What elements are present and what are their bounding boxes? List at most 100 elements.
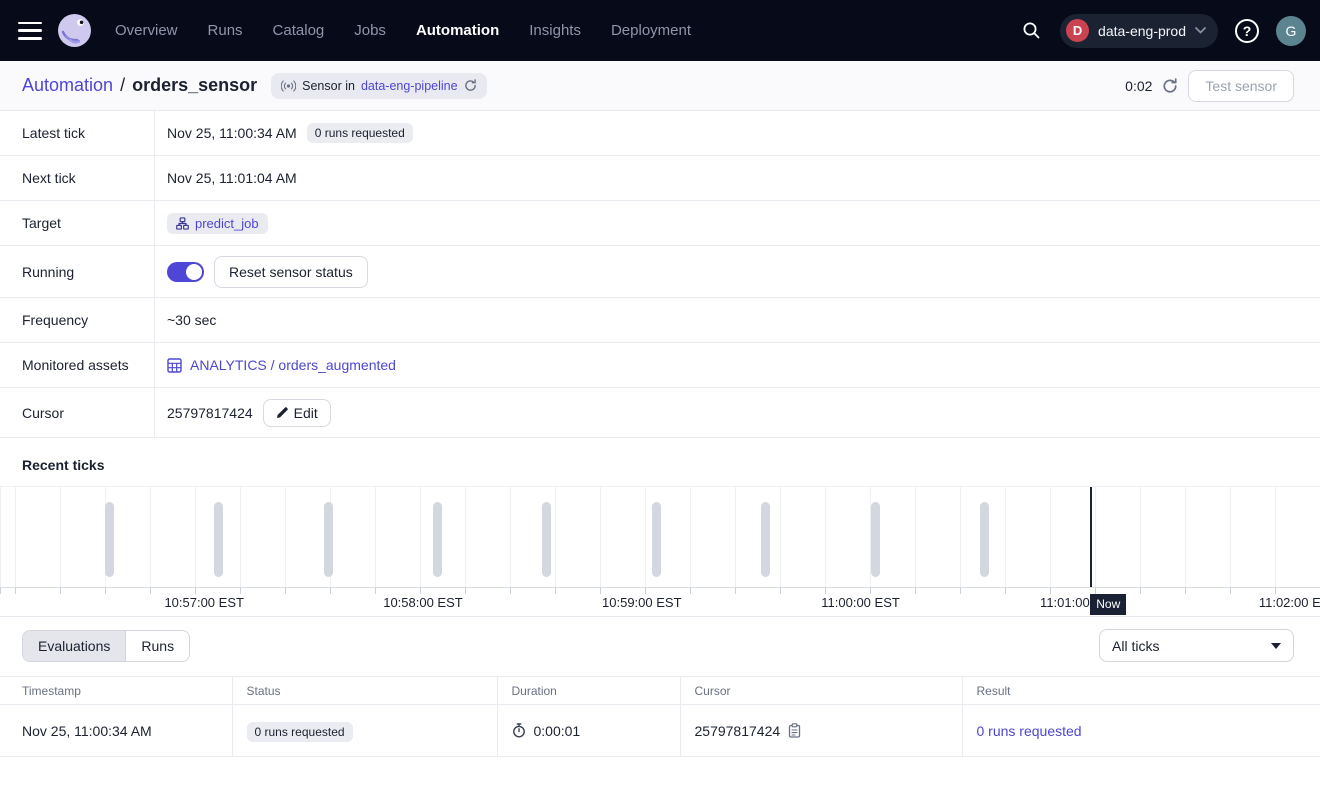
refresh-icon[interactable] — [1162, 78, 1178, 94]
nav-item-jobs[interactable]: Jobs — [354, 22, 386, 39]
deployment-name: data-eng-prod — [1098, 23, 1186, 39]
header-actions: 0:02 Test sensor — [1125, 70, 1294, 102]
search-icon[interactable] — [1015, 15, 1047, 47]
tick-bar[interactable] — [542, 502, 551, 577]
axis-time-label: 11:02:00 EST — [1259, 595, 1320, 610]
breadcrumb-separator: / — [120, 75, 125, 96]
page-header: Automation / orders_sensor Sensor in dat… — [0, 61, 1320, 111]
cursor-edit-button[interactable]: Edit — [263, 399, 331, 427]
target-job-link[interactable]: predict_job — [167, 213, 268, 234]
latest-tick-status-badge: 0 runs requested — [307, 123, 413, 143]
axis-time-label: 10:57:00 EST — [164, 595, 244, 610]
running-label: Running — [0, 246, 155, 297]
latest-tick-value: Nov 25, 11:00:34 AM — [167, 125, 297, 141]
pencil-icon — [276, 407, 288, 419]
breadcrumb-automation-link[interactable]: Automation — [22, 75, 113, 96]
code-location-link[interactable]: data-eng-pipeline — [361, 79, 458, 93]
sensor-details: Latest tick Nov 25, 11:00:34 AM 0 runs r… — [0, 111, 1320, 438]
test-sensor-button[interactable]: Test sensor — [1188, 70, 1294, 102]
nav-item-overview[interactable]: Overview — [115, 22, 178, 39]
tab-runs[interactable]: Runs — [125, 631, 189, 661]
recent-ticks-section: Recent ticks 10:57:00 EST10:58:00 EST10:… — [0, 438, 1320, 616]
monitored-assets-label: Monitored assets — [0, 343, 155, 387]
running-toggle[interactable] — [167, 262, 204, 282]
monitored-asset-name: ANALYTICS / orders_augmented — [190, 357, 396, 373]
axis-time-label: 10:58:00 EST — [383, 595, 463, 610]
table-header-row: Timestamp Status Duration Cursor Result — [0, 677, 1320, 705]
evaluations-toolbar: Evaluations Runs All ticks — [0, 616, 1320, 676]
sensor-type-badge: Sensor in data-eng-pipeline — [271, 73, 486, 99]
nav-item-deployment[interactable]: Deployment — [611, 22, 691, 39]
evaluations-runs-tabs: Evaluations Runs — [22, 630, 190, 662]
menu-icon[interactable] — [18, 22, 42, 40]
axis-time-label: 11:00:00 EST — [821, 595, 900, 610]
chevron-down-icon — [1195, 27, 1206, 34]
col-timestamp: Timestamp — [0, 677, 232, 705]
monitored-asset-link[interactable]: ANALYTICS / orders_augmented — [167, 357, 396, 373]
col-duration: Duration — [497, 677, 680, 705]
nav-item-catalog[interactable]: Catalog — [273, 22, 325, 39]
page-title: orders_sensor — [132, 75, 257, 96]
tick-bar[interactable] — [652, 502, 661, 577]
tick-bar[interactable] — [105, 502, 114, 577]
frequency-label: Frequency — [0, 298, 155, 342]
evaluations-table: Timestamp Status Duration Cursor Result … — [0, 676, 1320, 757]
col-result: Result — [962, 677, 1320, 705]
copy-cursor-icon[interactable] — [788, 723, 801, 738]
table-row: Nov 25, 11:00:34 AM 0 runs requested 0:0… — [0, 705, 1320, 757]
tick-timeline: 10:57:00 EST 10:58:00 EST 10:59:00 EST 11:0… — [0, 486, 1320, 616]
deployment-initial-badge: D — [1066, 19, 1089, 42]
tick-bar[interactable] — [324, 502, 333, 577]
user-avatar[interactable]: G — [1276, 16, 1306, 46]
row-monitored-assets: Monitored assets ANALYTICS / orders_augm… — [0, 343, 1320, 388]
row-next-tick: Next tick Nov 25, 11:01:04 AM — [0, 156, 1320, 201]
target-job-name: predict_job — [195, 216, 259, 231]
row-frequency: Frequency ~30 sec — [0, 298, 1320, 343]
tab-evaluations[interactable]: Evaluations — [23, 631, 125, 661]
sensor-badge-text: Sensor in — [302, 79, 355, 93]
deployment-switcher[interactable]: D data-eng-prod — [1060, 14, 1218, 48]
next-tick-value: Nov 25, 11:01:04 AM — [167, 170, 297, 186]
nav-right: D data-eng-prod ? G — [1015, 14, 1306, 48]
nav-item-insights[interactable]: Insights — [529, 22, 581, 39]
row-running: Running Reset sensor status — [0, 246, 1320, 298]
cursor-label: Cursor — [0, 388, 155, 437]
help-icon[interactable]: ? — [1231, 15, 1263, 47]
latest-tick-label: Latest tick — [0, 111, 155, 155]
target-label: Target — [0, 201, 155, 245]
evaluations-section: Evaluations Runs All ticks Timestamp Sta… — [0, 616, 1320, 757]
now-badge: Now — [1090, 594, 1126, 615]
select-caret-icon — [1271, 643, 1281, 649]
tick-bar[interactable] — [433, 502, 442, 577]
cell-result-link[interactable]: 0 runs requested — [977, 723, 1082, 739]
nav-item-runs[interactable]: Runs — [208, 22, 243, 39]
asset-table-icon — [167, 358, 182, 373]
primary-nav: Overview Runs Catalog Jobs Automation In… — [115, 22, 691, 39]
tick-bar[interactable] — [214, 502, 223, 577]
cursor-value: 25797817424 — [167, 405, 253, 421]
col-cursor: Cursor — [680, 677, 962, 705]
cell-duration: 0:00:01 — [534, 723, 581, 739]
tick-filter-select[interactable]: All ticks — [1099, 629, 1294, 662]
row-cursor: Cursor 25797817424 Edit — [0, 388, 1320, 438]
tick-timeline-plot[interactable] — [0, 486, 1320, 588]
reload-location-icon[interactable] — [464, 79, 477, 92]
sensor-icon — [281, 80, 296, 92]
tick-countdown: 0:02 — [1125, 78, 1152, 94]
frequency-value: ~30 sec — [167, 312, 216, 328]
tick-bar[interactable] — [761, 502, 770, 577]
reset-sensor-status-button[interactable]: Reset sensor status — [214, 256, 368, 288]
job-icon — [176, 217, 189, 230]
next-tick-label: Next tick — [0, 156, 155, 200]
nav-item-automation[interactable]: Automation — [416, 22, 499, 39]
tick-bar[interactable] — [871, 502, 880, 577]
dagster-logo-icon[interactable] — [56, 12, 93, 49]
axis-time-label: 10:59:00 EST — [602, 595, 682, 610]
recent-ticks-title: Recent ticks — [0, 438, 1320, 486]
now-marker-line — [1090, 487, 1092, 588]
top-nav: Overview Runs Catalog Jobs Automation In… — [0, 0, 1320, 61]
cell-cursor: 25797817424 — [695, 723, 781, 739]
tick-bar[interactable] — [980, 502, 989, 577]
tick-filter-value: All ticks — [1112, 638, 1159, 654]
tick-timeline-axis-labels: 10:57:00 EST 10:58:00 EST 10:59:00 EST 11:0… — [0, 594, 1320, 616]
